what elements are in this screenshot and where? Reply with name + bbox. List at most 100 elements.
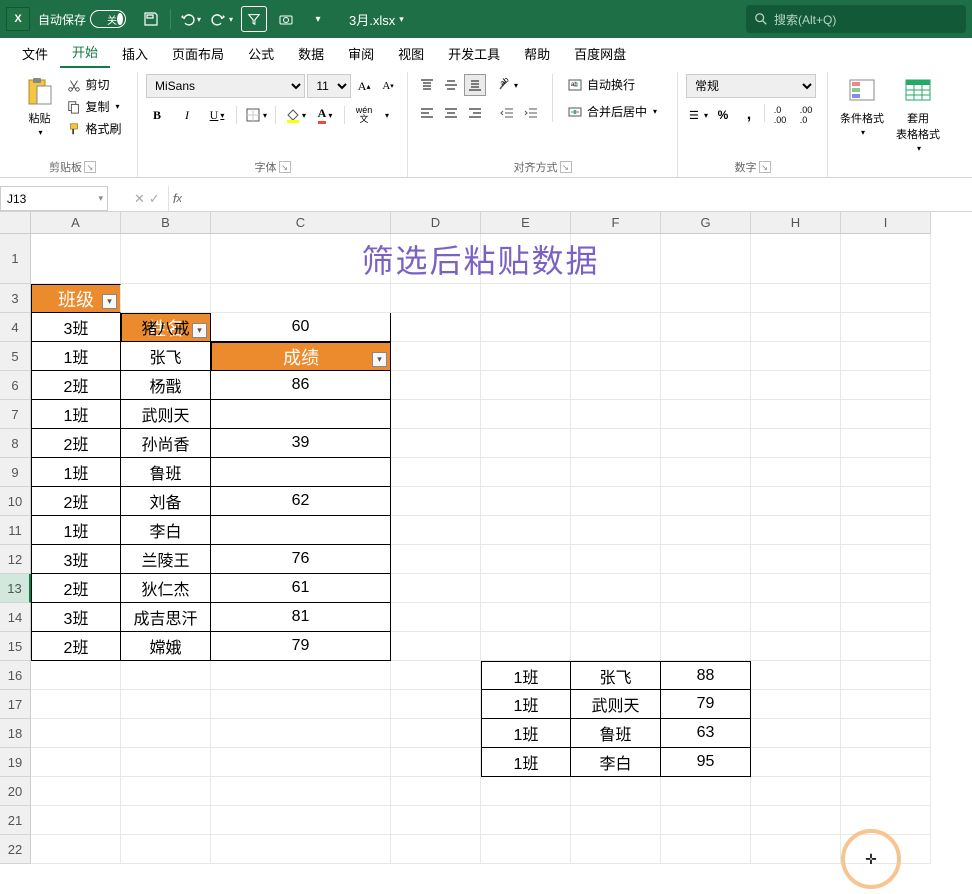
cell-E3[interactable]	[481, 284, 571, 313]
cell-A8[interactable]: 2班	[31, 429, 121, 458]
align-right-button[interactable]	[464, 102, 486, 124]
row-header-5[interactable]: 5	[0, 342, 31, 371]
decrease-indent-button[interactable]	[496, 102, 518, 124]
cell-G11[interactable]	[661, 516, 751, 545]
paste-button[interactable]: 粘贴 ▾	[19, 74, 59, 139]
cell-F16[interactable]: 张飞	[571, 661, 661, 690]
cell-I18[interactable]	[841, 719, 931, 748]
row-header-15[interactable]: 15	[0, 632, 31, 661]
tab-insert[interactable]: 插入	[110, 38, 160, 68]
cell-I20[interactable]	[841, 777, 931, 806]
cell-F4[interactable]	[571, 313, 661, 342]
cell-D13[interactable]	[391, 574, 481, 603]
cell-C22[interactable]	[211, 835, 391, 864]
cell-F19[interactable]: 李白	[571, 748, 661, 777]
enter-formula-button[interactable]: ✓	[149, 191, 160, 207]
cell-C3[interactable]	[211, 284, 391, 313]
cell-I3[interactable]	[841, 284, 931, 313]
cell-G14[interactable]	[661, 603, 751, 632]
cell-A22[interactable]	[31, 835, 121, 864]
column-header-C[interactable]: C	[211, 212, 391, 234]
cell-F9[interactable]	[571, 458, 661, 487]
cell-B8[interactable]: 孙尚香	[121, 429, 211, 458]
cell-H17[interactable]	[751, 690, 841, 719]
tab-help[interactable]: 帮助	[512, 38, 562, 68]
column-header-I[interactable]: I	[841, 212, 931, 234]
cell-B18[interactable]	[121, 719, 211, 748]
cell-D6[interactable]	[391, 371, 481, 400]
row-header-9[interactable]: 9	[0, 458, 31, 487]
cell-A11[interactable]: 1班	[31, 516, 121, 545]
cell-G12[interactable]	[661, 545, 751, 574]
column-header-D[interactable]: D	[391, 212, 481, 234]
filter-dropdown-A[interactable]: ▾	[102, 294, 117, 309]
cell-F14[interactable]	[571, 603, 661, 632]
column-header-A[interactable]: A	[31, 212, 121, 234]
cell-F10[interactable]	[571, 487, 661, 516]
align-bottom-button[interactable]	[464, 74, 486, 96]
cell-C13[interactable]: 61	[211, 574, 391, 603]
copy-button[interactable]: 复制▾	[63, 96, 125, 117]
cell-G9[interactable]	[661, 458, 751, 487]
phonetic-guide-button[interactable]: wén 文	[353, 104, 375, 126]
cell-A3[interactable]: 班级▾	[31, 284, 121, 313]
cell-D22[interactable]	[391, 835, 481, 864]
cell-C5[interactable]	[211, 342, 391, 371]
cell-B3[interactable]	[121, 284, 211, 313]
cell-F8[interactable]	[571, 429, 661, 458]
alignment-dialog-launcher[interactable]: ↘	[560, 161, 572, 173]
cell-G22[interactable]	[661, 835, 751, 864]
row-header-7[interactable]: 7	[0, 400, 31, 429]
cell-D14[interactable]	[391, 603, 481, 632]
cell-G17[interactable]: 79	[661, 690, 751, 719]
cell-D3[interactable]	[391, 284, 481, 313]
borders-button[interactable]: ▾	[245, 104, 267, 126]
row-header-18[interactable]: 18	[0, 719, 31, 748]
cell-C21[interactable]	[211, 806, 391, 835]
cell-D20[interactable]	[391, 777, 481, 806]
cell-I4[interactable]	[841, 313, 931, 342]
cell-D10[interactable]	[391, 487, 481, 516]
align-left-button[interactable]	[416, 102, 438, 124]
cell-C6[interactable]: 86	[211, 371, 391, 400]
cell-G21[interactable]	[661, 806, 751, 835]
document-title[interactable]: 3月.xlsx ▾	[349, 10, 404, 29]
row-header-3[interactable]: 3	[0, 284, 31, 313]
row-header-4[interactable]: 4	[0, 313, 31, 342]
cell-B11[interactable]: 李白	[121, 516, 211, 545]
row-header-1[interactable]: 1	[0, 234, 31, 284]
row-header-16[interactable]: 16	[0, 661, 31, 690]
row-header-21[interactable]: 21	[0, 806, 31, 835]
cell-I15[interactable]	[841, 632, 931, 661]
cell-C15[interactable]: 79	[211, 632, 391, 661]
cell-B15[interactable]: 嫦娥	[121, 632, 211, 661]
row-header-14[interactable]: 14	[0, 603, 31, 632]
decrease-decimal-button[interactable]: .00.0	[795, 104, 817, 126]
cell-A5[interactable]: 1班	[31, 342, 121, 371]
cell-E5[interactable]	[481, 342, 571, 371]
cell-A21[interactable]	[31, 806, 121, 835]
row-header-13[interactable]: 13	[0, 574, 31, 603]
cell-D8[interactable]	[391, 429, 481, 458]
cell-H18[interactable]	[751, 719, 841, 748]
increase-decimal-button[interactable]: .0.00	[769, 104, 791, 126]
conditional-formatting-button[interactable]: 条件格式▾	[836, 74, 888, 139]
cell-E14[interactable]	[481, 603, 571, 632]
cell-H4[interactable]	[751, 313, 841, 342]
cell-A14[interactable]: 3班	[31, 603, 121, 632]
cell-F17[interactable]: 武则天	[571, 690, 661, 719]
cell-F20[interactable]	[571, 777, 661, 806]
cell-B5[interactable]: 张飞	[121, 342, 211, 371]
cell-A16[interactable]	[31, 661, 121, 690]
row-header-12[interactable]: 12	[0, 545, 31, 574]
cell-D19[interactable]	[391, 748, 481, 777]
cell-G4[interactable]	[661, 313, 751, 342]
save-button[interactable]	[138, 6, 164, 32]
cell-B12[interactable]: 兰陵王	[121, 545, 211, 574]
cell-F13[interactable]	[571, 574, 661, 603]
cell-I19[interactable]	[841, 748, 931, 777]
align-middle-button[interactable]	[440, 74, 462, 96]
cell-C10[interactable]: 62	[211, 487, 391, 516]
cells-area[interactable]: 筛选后粘贴数据班级▾姓名▾成绩▾3班猪八戒601班张飞2班杨戬861班武则天2班…	[31, 234, 211, 321]
cell-C7[interactable]	[211, 400, 391, 429]
